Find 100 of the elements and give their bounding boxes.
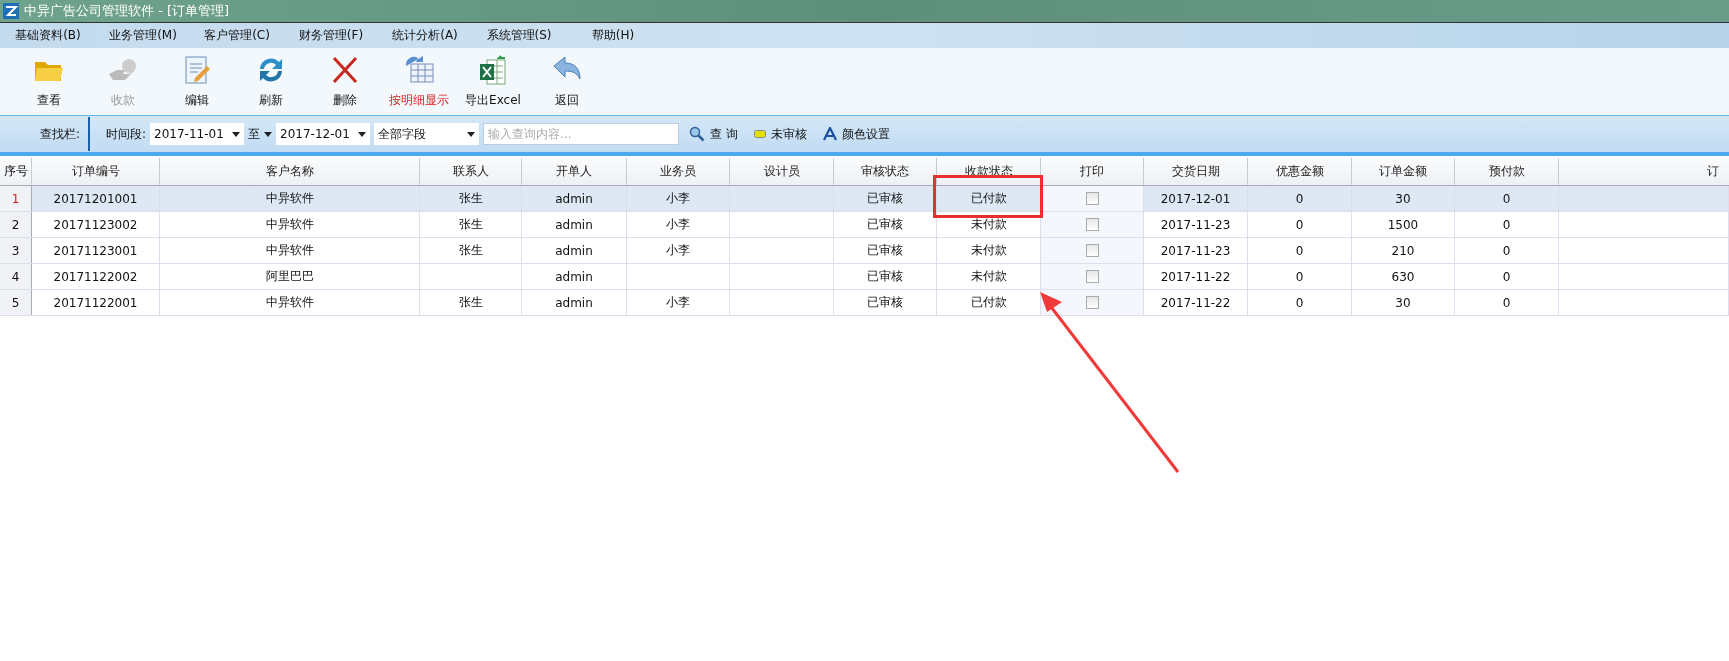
table-cell: 未付款 <box>970 268 1007 285</box>
search-bar-label: 查找栏: <box>0 117 90 151</box>
toolbar-button[interactable]: 刷新 <box>234 50 308 113</box>
table-cell: 阿里巴巴 <box>265 268 314 285</box>
table-cell: 0 <box>1295 217 1304 232</box>
table-cell: 中异软件 <box>265 294 314 311</box>
table-cell: 2017-11-23 <box>1160 243 1231 258</box>
table-cell: admin <box>555 269 593 284</box>
print-checkbox[interactable] <box>1085 296 1099 309</box>
table-cell: 2017-11-23 <box>1160 217 1231 232</box>
column-header[interactable]: 预付款 <box>1455 158 1559 185</box>
table-row[interactable]: 1 20171201001 中异软件 张生 admin 小李 已审核 已付款 2017-12-01 0 30 0 <box>0 186 1729 212</box>
table-cell: 中异软件 <box>265 216 314 233</box>
table-cell: 1500 <box>1387 217 1419 232</box>
toolbar-button[interactable]: 按明细显示 <box>382 50 456 113</box>
date-to-dropdown[interactable]: 2017-12-01 <box>276 123 371 145</box>
table-cell: 张生 <box>458 294 483 311</box>
column-header[interactable]: 序号 <box>0 158 32 185</box>
print-checkbox[interactable] <box>1085 218 1099 231</box>
toolbar-button[interactable]: 查看 <box>12 50 86 113</box>
table-cell: 20171122002 <box>53 269 138 284</box>
toolbar-button[interactable]: 返回 <box>530 50 604 113</box>
date-from-dropdown[interactable]: 2017-11-01 <box>150 123 245 145</box>
table-cell: 2 <box>11 217 20 232</box>
table-cell: 0 <box>1502 217 1511 232</box>
excel-icon <box>477 54 509 86</box>
column-header[interactable]: 订单金额 <box>1352 158 1455 185</box>
column-header[interactable]: 订单编号 <box>32 158 160 185</box>
search-button[interactable]: 查 询 <box>683 125 744 143</box>
table-cell: 中异软件 <box>265 242 314 259</box>
table-row[interactable]: 4 20171122002 阿里巴巴 admin 已审核 未付款 2017-11-22 0 630 0 <box>0 264 1729 290</box>
toolbar-button[interactable]: 编辑 <box>160 50 234 113</box>
table-cell: 2017-12-01 <box>1160 191 1231 206</box>
column-header[interactable]: 审核状态 <box>834 158 937 185</box>
column-header[interactable]: 设计员 <box>730 158 834 185</box>
table-cell: admin <box>555 243 593 258</box>
table-row[interactable]: 2 20171123002 中异软件 张生 admin 小李 已审核 未付款 2017-11-23 0 1500 0 <box>0 212 1729 238</box>
field-dropdown[interactable]: 全部字段 <box>374 123 480 145</box>
color-settings-button[interactable]: 颜色设置 <box>816 125 896 143</box>
table-cell: 已付款 <box>970 294 1007 311</box>
menu-item[interactable]: 统计分析(A) <box>378 27 472 44</box>
table-cell: 5 <box>11 295 20 310</box>
table-cell: 已审核 <box>867 190 903 207</box>
table-cell: 0 <box>1295 243 1304 258</box>
table-cell: admin <box>555 295 593 310</box>
column-header[interactable]: 开单人 <box>522 158 627 185</box>
table-cell: 20171201001 <box>53 191 138 206</box>
table-cell: 20171123002 <box>53 217 138 232</box>
table-cell: 3 <box>11 243 20 258</box>
print-checkbox[interactable] <box>1085 244 1099 257</box>
column-header[interactable]: 业务员 <box>627 158 730 185</box>
table-row[interactable]: 3 20171123001 中异软件 张生 admin 小李 已审核 未付款 2017-11-23 0 210 0 <box>0 238 1729 264</box>
table-cell: 小李 <box>666 242 690 259</box>
table-cell: 张生 <box>458 190 483 207</box>
table-cell: 630 <box>1391 269 1415 284</box>
table-cell: 已审核 <box>867 242 903 259</box>
table-cell: 已付款 <box>970 190 1007 207</box>
table-cell: 未付款 <box>970 216 1007 233</box>
column-header[interactable]: 交货日期 <box>1144 158 1248 185</box>
table-cell: 20171122001 <box>53 295 138 310</box>
table-cell: 0 <box>1502 295 1511 310</box>
column-header[interactable]: 打印 <box>1041 158 1144 185</box>
table-cell: 张生 <box>458 242 483 259</box>
table-cell: 张生 <box>458 216 483 233</box>
column-header[interactable]: 客户名称 <box>160 158 420 185</box>
menu-item[interactable]: 财务管理(F) <box>284 27 378 44</box>
table-refresh-icon <box>403 54 435 86</box>
table-cell: 30 <box>1395 191 1411 206</box>
table-cell: 0 <box>1295 191 1304 206</box>
search-icon <box>689 126 706 142</box>
table-cell: 2017-11-22 <box>1160 295 1231 310</box>
menu-item[interactable]: 客户管理(C) <box>190 27 284 44</box>
unreviewed-legend-button[interactable]: 未审核 <box>747 125 813 143</box>
query-input[interactable]: 输入查询内容... <box>483 123 680 145</box>
window-title: 中异广告公司管理软件 - [订单管理] <box>24 2 230 20</box>
table-cell: 小李 <box>666 190 690 207</box>
table-cell: 2017-11-22 <box>1160 269 1231 284</box>
toolbar-button[interactable]: 导出Excel <box>456 50 530 113</box>
table-cell: 未付款 <box>970 242 1007 259</box>
table-cell: 20171123001 <box>53 243 138 258</box>
menu-item[interactable]: 系统管理(S) <box>472 27 566 44</box>
table-cell: 小李 <box>666 294 690 311</box>
column-header[interactable]: 优惠金额 <box>1248 158 1352 185</box>
logo-icon <box>3 3 19 19</box>
table-row[interactable]: 5 20171122001 中异软件 张生 admin 小李 已审核 已付款 2017-11-22 0 30 0 <box>0 290 1729 316</box>
table-cell: 1 <box>11 191 20 206</box>
table-cell: 中异软件 <box>265 190 314 207</box>
menu-item[interactable]: 业务管理(M) <box>96 27 190 44</box>
column-header[interactable]: 订 <box>1559 158 1729 185</box>
print-checkbox[interactable] <box>1085 270 1099 283</box>
column-header[interactable]: 联系人 <box>420 158 522 185</box>
print-checkbox[interactable] <box>1085 192 1099 205</box>
table-cell: 210 <box>1391 243 1415 258</box>
table-cell: 已审核 <box>867 268 903 285</box>
table-cell: 4 <box>11 269 20 284</box>
letter-a-icon <box>822 127 837 141</box>
menu-item[interactable]: 基础资料(B) <box>0 27 96 44</box>
toolbar-button[interactable]: 删除 <box>308 50 382 113</box>
menu-item[interactable]: 帮助(H) <box>566 27 660 44</box>
table-cell: 0 <box>1295 295 1304 310</box>
